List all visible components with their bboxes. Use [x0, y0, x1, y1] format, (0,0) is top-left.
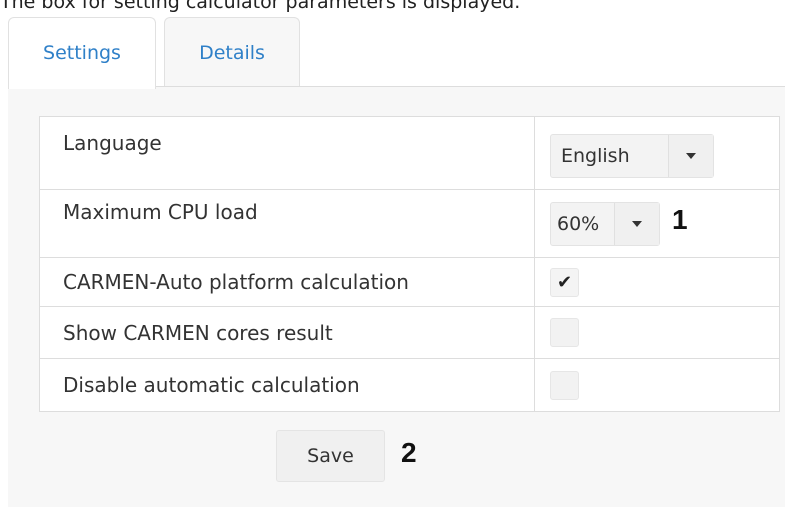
checkmark-icon: ✔ [556, 271, 573, 293]
language-select-value: English [561, 145, 630, 167]
carmen-auto-label: CARMEN-Auto platform calculation [39, 257, 535, 307]
chevron-down-icon[interactable] [614, 202, 659, 245]
setting-row-carmen-auto: CARMEN-Auto platform calculation ✔ [39, 257, 780, 307]
carmen-cores-label: Show CARMEN cores result [39, 306, 535, 359]
cpu-load-label: Maximum CPU load [39, 189, 535, 258]
save-button[interactable]: Save [276, 430, 385, 482]
page-caption: The box for setting calculator parameter… [0, 0, 521, 13]
callout-marker-1: 1 [672, 204, 688, 235]
carmen-cores-checkbox[interactable] [550, 318, 579, 347]
carmen-auto-checkbox[interactable]: ✔ [550, 267, 579, 297]
tab-details[interactable]: Details [164, 17, 300, 87]
disable-auto-label: Disable automatic calculation [39, 358, 535, 412]
setting-row-cpu-load: Maximum CPU load 60% 1 [39, 189, 780, 258]
language-select[interactable]: English [550, 134, 714, 178]
callout-marker-2: 2 [401, 437, 417, 468]
cpu-load-select[interactable]: 60% [550, 201, 660, 246]
tab-settings[interactable]: Settings [8, 17, 156, 89]
chevron-down-icon[interactable] [668, 135, 713, 177]
setting-row-disable-auto: Disable automatic calculation [39, 358, 780, 412]
language-label: Language [39, 116, 535, 190]
disable-auto-checkbox[interactable] [550, 370, 579, 400]
cpu-load-select-value: 60% [557, 212, 600, 235]
setting-row-carmen-cores: Show CARMEN cores result [39, 306, 780, 359]
setting-row-language: Language English [39, 116, 780, 190]
settings-table: Language English Maximum CPU load 60% 1 … [39, 116, 780, 412]
tab-bar: Settings Details [0, 17, 785, 89]
